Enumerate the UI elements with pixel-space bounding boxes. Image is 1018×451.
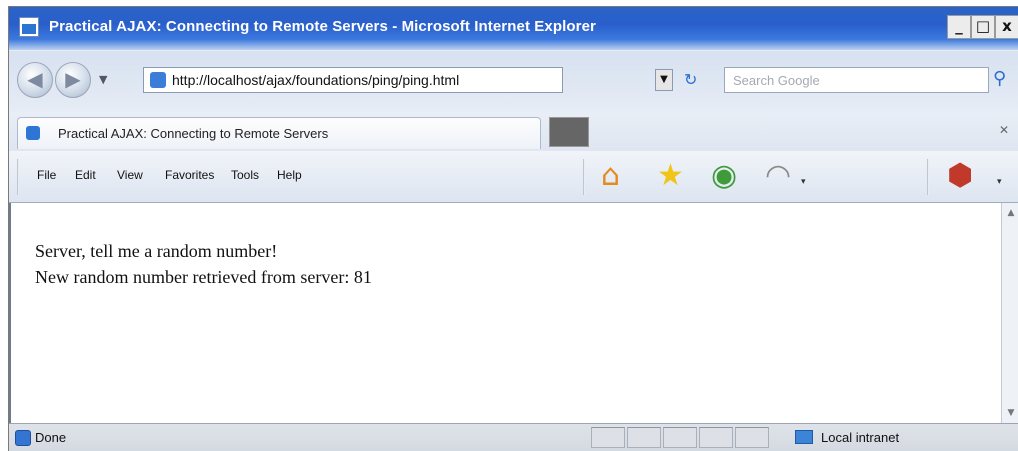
favorites-star-icon[interactable]: ★ (657, 161, 684, 191)
browser-window: Practical AJAX: Connecting to Remote Ser… (8, 6, 1018, 451)
security-zone[interactable]: Local intranet (821, 430, 899, 445)
tab-practical-ajax[interactable]: Practical AJAX: Connecting to Remote Ser… (17, 117, 541, 149)
status-cell (699, 427, 733, 448)
vertical-scrollbar[interactable]: ▲ ▼ (1001, 203, 1018, 423)
rss-dropdown-icon[interactable]: ▾ (801, 177, 806, 187)
local-intranet-icon (795, 430, 813, 444)
close-button[interactable]: x (995, 15, 1018, 39)
search-placeholder: Search Google (733, 73, 820, 88)
status-cell (591, 427, 625, 448)
window-title: Practical AJAX: Connecting to Remote Ser… (49, 18, 596, 35)
close-tab-icon[interactable]: ✕ (999, 123, 1009, 137)
address-dropdown-button[interactable]: ▼ (655, 69, 673, 91)
page-content: Server, tell me a random number! New ran… (9, 203, 1001, 423)
forward-button[interactable]: ▶ (55, 62, 91, 98)
status-text: Done (35, 430, 67, 445)
back-button[interactable]: ◀ (17, 62, 53, 98)
page-favicon-icon (150, 72, 166, 88)
address-toolbar: ◀ ▶ ▼ http://localhost/ajax/foundations/… (9, 51, 1018, 111)
ie-app-icon[interactable] (19, 17, 39, 37)
toolbar-separator-2 (927, 159, 929, 195)
menu-bar: File Edit View Favorites Tools Help ⌂ ★ … (9, 151, 1018, 203)
page-status-icon (15, 430, 31, 446)
search-icon[interactable]: ⚲ (993, 68, 1006, 89)
toolbar-separator (583, 159, 585, 195)
status-cell (735, 427, 769, 448)
address-url: http://localhost/ajax/foundations/ping/p… (172, 72, 460, 88)
research-icon[interactable]: ⬢ (947, 161, 973, 191)
content-line-1: Server, tell me a random number! (35, 241, 278, 261)
menu-file[interactable]: File (37, 168, 56, 182)
feeds-icon[interactable]: ◉ (711, 161, 737, 191)
menu-help[interactable]: Help (277, 168, 302, 182)
tab-favicon-icon (26, 126, 40, 140)
status-cell (663, 427, 697, 448)
menu-view[interactable]: View (117, 168, 143, 182)
title-bar[interactable]: Practical AJAX: Connecting to Remote Ser… (9, 7, 1018, 50)
window-controls: _ □ x (947, 15, 1018, 41)
maximize-button[interactable]: □ (971, 15, 995, 39)
home-icon[interactable]: ⌂ (601, 161, 620, 191)
status-bar: Done Local intranet (9, 423, 1018, 451)
search-input[interactable]: Search Google (724, 67, 989, 93)
content-line-2: New random number retrieved from server:… (35, 267, 372, 287)
rss-icon[interactable]: ◠ (765, 161, 791, 191)
tab-bar: Practical AJAX: Connecting to Remote Ser… (9, 111, 1018, 151)
status-cell (627, 427, 661, 448)
minimize-button[interactable]: _ (947, 15, 971, 39)
menu-tools[interactable]: Tools (231, 168, 259, 182)
menu-favorites[interactable]: Favorites (165, 168, 214, 182)
tab-label: Practical AJAX: Connecting to Remote Ser… (58, 126, 329, 141)
new-tab-button[interactable] (549, 117, 589, 147)
menu-grip[interactable] (17, 159, 19, 195)
refresh-icon[interactable]: ↻ (684, 70, 697, 89)
address-input[interactable]: http://localhost/ajax/foundations/ping/p… (143, 67, 563, 93)
scroll-down-arrow-icon[interactable]: ▼ (1004, 405, 1018, 421)
research-dropdown-icon[interactable]: ▾ (997, 177, 1002, 187)
scroll-up-arrow-icon[interactable]: ▲ (1004, 205, 1018, 221)
recent-pages-dropdown-icon[interactable]: ▼ (99, 73, 107, 86)
menu-edit[interactable]: Edit (75, 168, 96, 182)
